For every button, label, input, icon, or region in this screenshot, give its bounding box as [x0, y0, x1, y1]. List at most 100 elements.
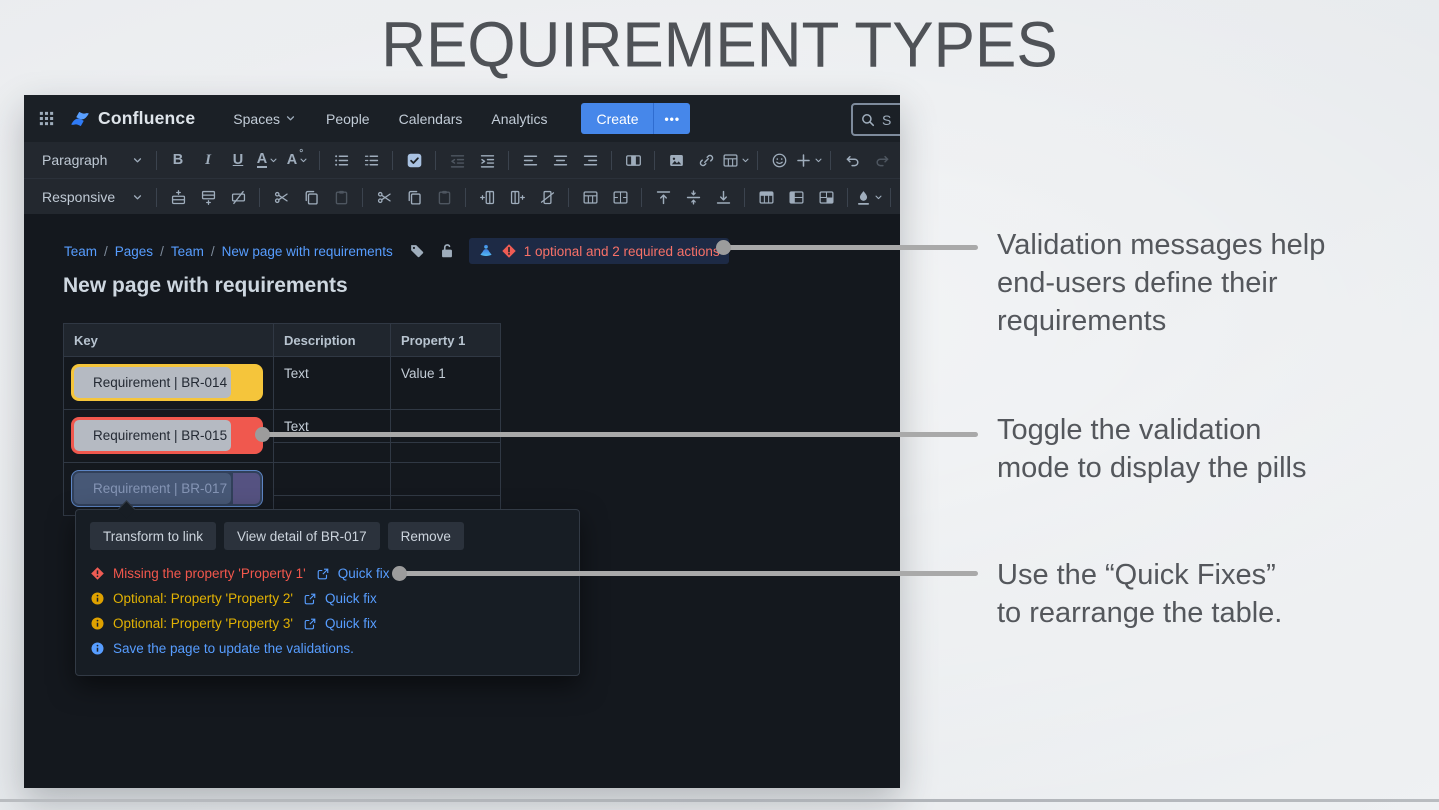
requirement-pill-br014[interactable]: Requirement | BR-014 [71, 364, 263, 401]
create-more-button[interactable]: ••• [654, 103, 690, 134]
nav-people[interactable]: People [326, 111, 370, 127]
table-properties-icon[interactable] [575, 184, 605, 211]
layout-style-dropdown[interactable]: Responsive [36, 189, 150, 205]
requirement-pill-br015[interactable]: Requirement | BR-015 [71, 417, 263, 454]
breadcrumb-separator: / [160, 244, 164, 259]
text-style-label: Paragraph [42, 152, 107, 168]
redo-icon[interactable] [867, 147, 897, 174]
copy-icon[interactable] [399, 184, 429, 211]
italic-icon[interactable]: I [193, 147, 223, 174]
add-column-left-icon[interactable] [472, 184, 502, 211]
underline-icon[interactable]: U [223, 147, 253, 174]
column-header-description[interactable]: Description [274, 324, 391, 357]
align-right-icon[interactable] [575, 147, 605, 174]
quick-fix-link[interactable]: Quick fix [325, 616, 377, 631]
column-header-property1[interactable]: Property 1 [391, 324, 501, 357]
nav-spaces[interactable]: Spaces [233, 111, 297, 127]
insert-table-icon[interactable] [721, 147, 751, 174]
breadcrumb-current-page[interactable]: New page with requirements [222, 244, 393, 259]
nav-analytics-label: Analytics [491, 111, 547, 127]
align-bottom-icon[interactable] [708, 184, 738, 211]
warning-diamond-icon [90, 566, 105, 581]
insert-link-icon[interactable] [691, 147, 721, 174]
connector-dot-2 [255, 427, 270, 442]
delete-column-icon[interactable] [532, 184, 562, 211]
divider [641, 188, 642, 207]
numbered-list-icon[interactable] [356, 147, 386, 174]
view-detail-button[interactable]: View detail of BR-017 [224, 522, 380, 550]
quick-fix-link[interactable]: Quick fix [338, 566, 390, 581]
paste-icon[interactable] [429, 184, 459, 211]
requirement-pill-br017-selected[interactable]: Requirement | BR-017 [71, 470, 263, 507]
add-row-above-icon[interactable] [163, 184, 193, 211]
breadcrumb-team-2[interactable]: Team [171, 244, 204, 259]
text-style-dropdown[interactable]: Paragraph [36, 152, 150, 168]
divider [259, 188, 260, 207]
requirements-table: Key Description Property 1 Requirement |… [63, 323, 501, 516]
cell-key-br015[interactable]: Requirement | BR-015 [64, 410, 274, 463]
insert-more-icon[interactable] [794, 147, 824, 174]
confluence-logo[interactable]: Confluence [69, 108, 195, 130]
align-left-icon[interactable] [515, 147, 545, 174]
transform-to-link-button[interactable]: Transform to link [90, 522, 216, 550]
emoji-icon[interactable] [764, 147, 794, 174]
validation-badge[interactable]: 1 optional and 2 required actions [469, 238, 729, 264]
breadcrumb-separator: / [211, 244, 215, 259]
divider [654, 151, 655, 170]
header-column-icon[interactable] [781, 184, 811, 211]
external-link-icon[interactable] [303, 592, 317, 606]
task-checkbox-icon[interactable] [399, 147, 429, 174]
annotation-quick-fixes: Use the “Quick Fixes” to rearrange the t… [997, 556, 1407, 632]
layout-icon[interactable] [618, 147, 648, 174]
align-middle-icon[interactable] [678, 184, 708, 211]
validation-message-info: Save the page to update the validations. [90, 641, 565, 656]
add-row-below-icon[interactable] [193, 184, 223, 211]
outdent-icon[interactable] [442, 147, 472, 174]
column-header-key[interactable]: Key [64, 324, 274, 357]
cell-color-icon[interactable] [854, 184, 884, 211]
insert-image-icon[interactable] [661, 147, 691, 174]
nav-analytics[interactable]: Analytics [491, 111, 547, 127]
tag-icon[interactable] [408, 242, 426, 260]
cut-row-icon[interactable] [266, 184, 296, 211]
merge-cells-icon[interactable] [605, 184, 635, 211]
copy-row-icon[interactable] [296, 184, 326, 211]
align-center-icon[interactable] [545, 147, 575, 174]
align-top-icon[interactable] [648, 184, 678, 211]
add-column-right-icon[interactable] [502, 184, 532, 211]
breadcrumb-pages[interactable]: Pages [115, 244, 153, 259]
header-row-icon[interactable] [751, 184, 781, 211]
external-link-icon[interactable] [303, 617, 317, 631]
bullet-list-icon[interactable] [326, 147, 356, 174]
cell-description[interactable]: Text [274, 357, 391, 410]
cell-property1[interactable]: Value 1 [391, 357, 501, 410]
document-title[interactable]: New page with requirements [63, 274, 348, 298]
create-button[interactable]: Create [581, 103, 654, 134]
remove-button[interactable]: Remove [388, 522, 464, 550]
cell-key-br014[interactable]: Requirement | BR-014 [64, 357, 274, 410]
delete-row-icon[interactable] [223, 184, 253, 211]
bold-icon[interactable]: B [163, 147, 193, 174]
chevron-down-icon [284, 112, 297, 125]
app-switcher-icon[interactable] [37, 109, 56, 128]
more-formatting-icon[interactable]: A [283, 147, 313, 174]
breadcrumb-team[interactable]: Team [64, 244, 97, 259]
divider [392, 151, 393, 170]
layout-style-label: Responsive [42, 189, 115, 205]
unlock-icon[interactable] [438, 242, 456, 260]
nav-calendars[interactable]: Calendars [399, 111, 463, 127]
indent-icon[interactable] [472, 147, 502, 174]
nav-spaces-label: Spaces [233, 111, 280, 127]
quick-fix-link[interactable]: Quick fix [325, 591, 377, 606]
search-box[interactable]: S [851, 103, 900, 136]
delete-table-icon[interactable] [897, 184, 900, 211]
paste-row-icon[interactable] [326, 184, 356, 211]
undo-icon[interactable] [837, 147, 867, 174]
breadcrumb: Team / Pages / Team / New page with requ… [64, 238, 729, 264]
text-color-icon[interactable]: A [253, 147, 283, 174]
cut-icon[interactable] [369, 184, 399, 211]
confluence-logo-text: Confluence [98, 108, 195, 129]
warning-diamond-icon [501, 243, 517, 259]
external-link-icon[interactable] [316, 567, 330, 581]
header-cell-icon[interactable] [811, 184, 841, 211]
